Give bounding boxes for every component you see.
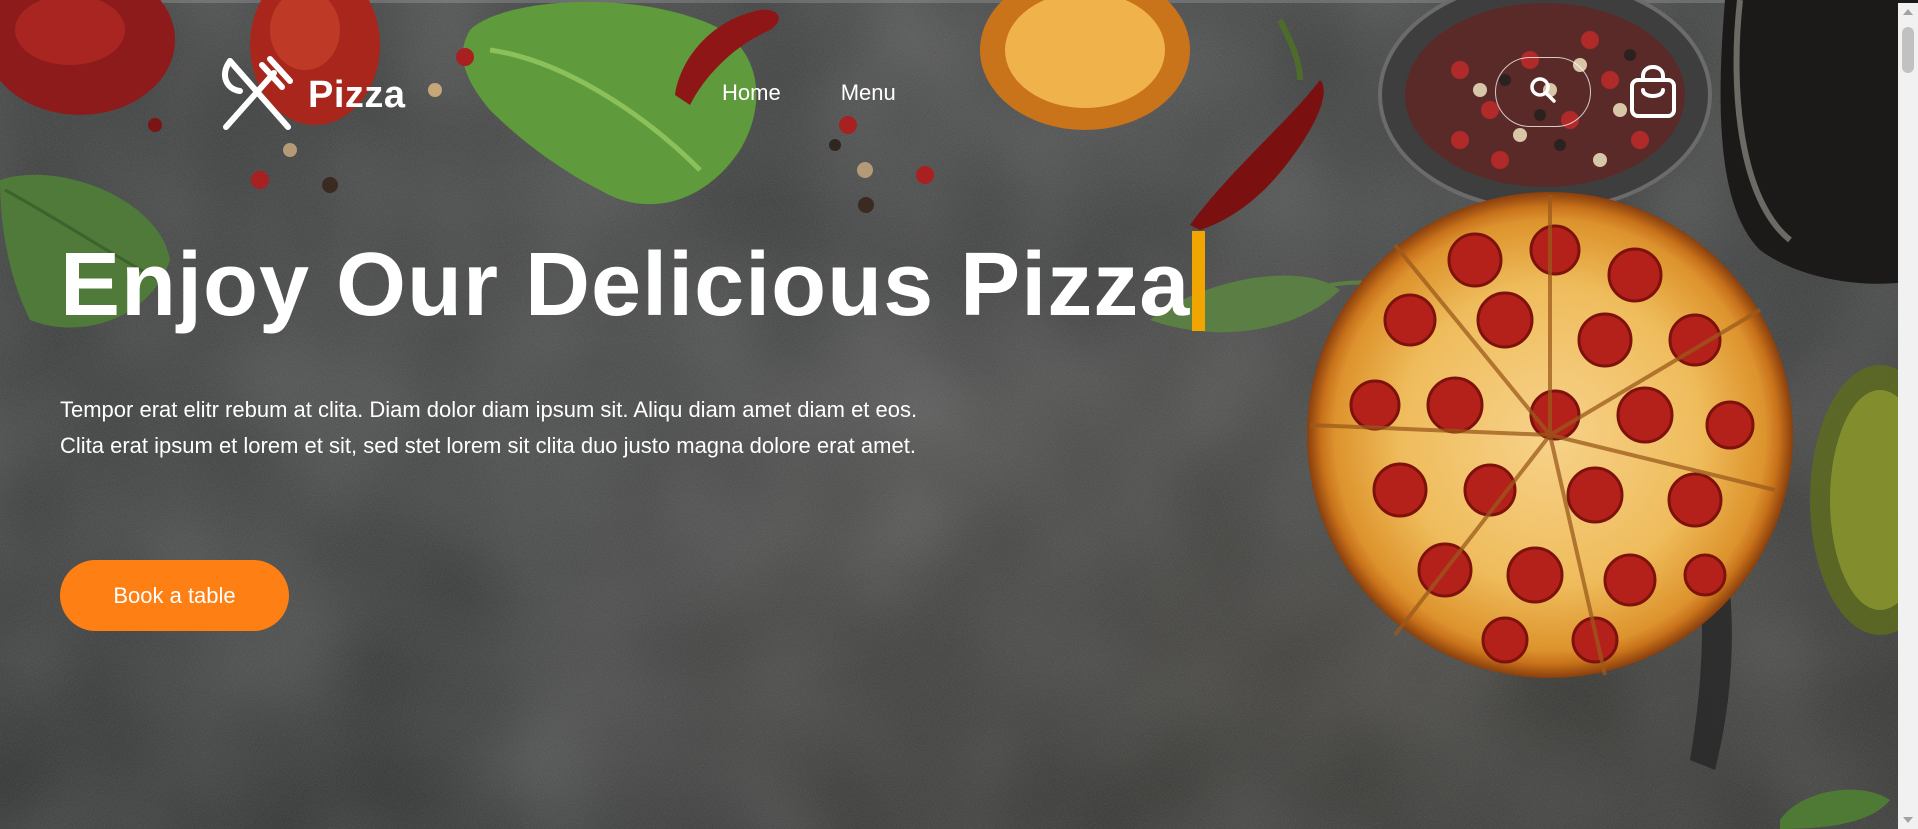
fork-knife-icon	[218, 55, 294, 136]
brand-logo[interactable]: Pizza	[218, 55, 406, 136]
brand-name: Pizza	[308, 74, 406, 116]
hero-description: Tempor erat elitr rebum at clita. Diam d…	[60, 397, 918, 458]
pizza-image	[1307, 192, 1793, 678]
page-scrollbar[interactable]	[1898, 3, 1918, 829]
nav-home[interactable]: Home	[722, 80, 781, 106]
typing-caret	[1192, 231, 1206, 331]
hero-title-text: Enjoy Our Delicious Pizza	[60, 235, 1191, 335]
scroll-down-arrow-icon[interactable]	[1903, 817, 1913, 823]
book-table-button[interactable]: Book a table	[60, 560, 289, 631]
search-button[interactable]	[1495, 57, 1591, 127]
shopping-bag-icon	[1628, 64, 1678, 125]
search-icon	[1528, 75, 1558, 110]
hero-title: Enjoy Our Delicious Pizza	[60, 230, 1206, 340]
scrollbar-thumb[interactable]	[1902, 27, 1914, 73]
scroll-up-arrow-icon[interactable]	[1903, 9, 1913, 15]
main-nav: Home Menu	[722, 80, 896, 106]
hero-page: Pizza Home Menu Enjoy Our Delicious Pizz…	[0, 0, 1918, 829]
cart-button[interactable]	[1628, 64, 1678, 125]
nav-menu[interactable]: Menu	[841, 80, 896, 106]
